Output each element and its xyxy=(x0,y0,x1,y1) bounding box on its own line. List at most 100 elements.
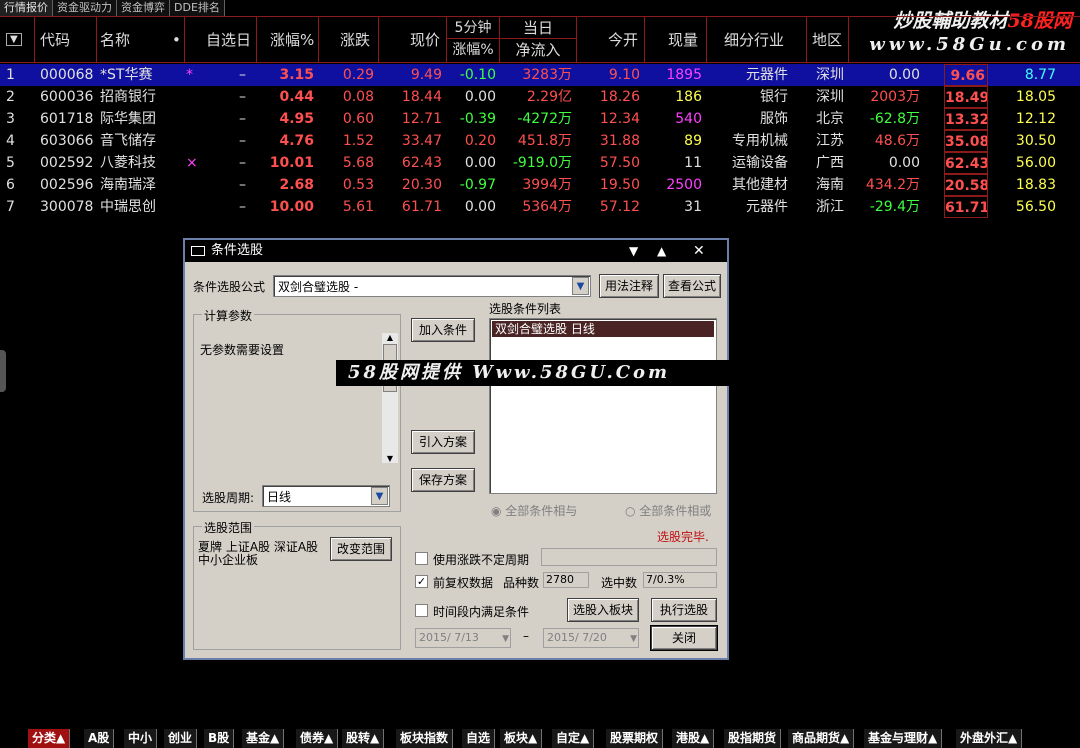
date-to-picker[interactable]: 2015/ 7/20 ▼ xyxy=(543,628,639,648)
cell-c3: 56.50 xyxy=(1015,199,1056,215)
radio-and-label: 全部条件相与 xyxy=(505,504,578,518)
range-group: 选股范围 夏牌 上证A股 深证A股 中小企业板 改变范围 xyxy=(193,519,401,650)
adjust-data-checkbox[interactable]: ✓ xyxy=(415,575,428,588)
bottom-tab[interactable]: 股指期货 xyxy=(724,729,782,748)
nonfixed-period-field[interactable] xyxy=(541,548,717,566)
header-name[interactable]: 名称 xyxy=(100,17,130,62)
cell-name: 际华集团 xyxy=(100,111,156,127)
header-5min[interactable]: 5分钟 涨幅% xyxy=(447,17,499,62)
cell-c3: 18.05 xyxy=(1015,89,1056,105)
radio-or[interactable]: ○ 全部条件相或 xyxy=(625,502,711,519)
import-scheme-button[interactable]: 引入方案 xyxy=(411,430,475,454)
cell-flow: 3994万 xyxy=(522,177,572,193)
cell-c2: 9.66 xyxy=(944,64,988,86)
run-selection-button[interactable]: 执行选股 xyxy=(651,598,717,622)
nonfixed-period-checkbox[interactable] xyxy=(415,552,428,565)
chevron-down-icon[interactable]: ▼ xyxy=(572,277,589,295)
bottom-tab[interactable]: 分类▲ xyxy=(28,729,71,748)
cell-c1: 0.00 xyxy=(888,155,920,171)
cell-code: 601718 xyxy=(40,111,94,127)
tab-dde-rank[interactable]: DDE排名 xyxy=(170,0,225,16)
cell-ind: 银行 xyxy=(760,89,788,105)
bottom-tab[interactable]: 自定▲ xyxy=(552,729,595,748)
add-condition-button[interactable]: 加入条件 xyxy=(411,318,475,342)
bottom-tab[interactable]: 板块▲ xyxy=(500,729,543,748)
cell-c1: 0.00 xyxy=(888,67,920,83)
header-pct[interactable]: 涨幅% xyxy=(270,17,314,62)
cell-flow: 2.29亿 xyxy=(526,89,572,105)
condition-list[interactable]: 双剑合璧选股 日线 xyxy=(489,318,717,494)
table-row[interactable]: 5 002592 八菱科技 × – 10.01 5.68 62.43 0.00 -919.0万 57… xyxy=(0,152,1080,174)
bottom-tab[interactable]: 基金▲ xyxy=(242,729,285,748)
table-row[interactable]: 2 600036 招商银行 – 0.44 0.08 18.44 0.00 2.29亿 18.26 1… xyxy=(0,86,1080,108)
bottom-tab[interactable]: 债券▲ xyxy=(296,729,339,748)
tab-quotes[interactable]: 行情报价 xyxy=(0,0,53,16)
cell-chg: 1.52 xyxy=(342,133,374,149)
bottom-tab[interactable]: 基金与理财▲ xyxy=(864,729,943,748)
cell-c1: -62.8万 xyxy=(869,111,920,127)
header-region[interactable]: 地区 xyxy=(812,17,842,62)
bottom-tab[interactable]: 自选 xyxy=(462,729,496,748)
header-price[interactable]: 现价 xyxy=(410,17,440,62)
change-range-button[interactable]: 改变范围 xyxy=(330,537,392,561)
header-chg[interactable]: 涨跌 xyxy=(340,17,370,62)
count-value: 2780 xyxy=(543,572,589,588)
period-select[interactable]: 日线 ▼ xyxy=(262,485,390,507)
chevron-down-icon[interactable]: ▼ xyxy=(502,630,509,648)
cell-c2: 62.43 xyxy=(944,152,988,174)
header-volume[interactable]: 现量 xyxy=(668,17,698,62)
condition-selection-dialog: 条件选股 ▼ ▲ ✕ 条件选股公式 双剑合璧选股 - ▼ 用法注释 查看公式 计… xyxy=(183,238,729,660)
header-day-flow[interactable]: 当日 净流入 xyxy=(500,17,576,62)
chevron-down-icon[interactable]: ▼ xyxy=(630,630,637,648)
column-menu-button[interactable]: ▼ xyxy=(6,17,32,62)
close-button[interactable]: 关闭 xyxy=(650,625,718,651)
dialog-titlebar[interactable]: 条件选股 ▼ ▲ ✕ xyxy=(185,240,727,262)
header-open[interactable]: 今开 xyxy=(608,17,638,62)
bottom-tab[interactable]: 板块指数 xyxy=(396,729,454,748)
table-row[interactable]: 6 002596 海南瑞泽 – 2.68 0.53 20.30 -0.97 3994万 19.50… xyxy=(0,174,1080,196)
condition-list-item[interactable]: 双剑合璧选股 日线 xyxy=(492,321,714,337)
to-board-button[interactable]: 选股入板块 xyxy=(567,598,639,622)
save-scheme-button[interactable]: 保存方案 xyxy=(411,468,475,492)
cell-flow: -4272万 xyxy=(517,111,572,127)
restore-icon[interactable]: ▲ xyxy=(657,240,666,262)
bottom-tab[interactable]: 创业 xyxy=(164,729,198,748)
bottom-tab[interactable]: 中小 xyxy=(124,729,158,748)
bottom-tab[interactable]: 股转▲ xyxy=(342,729,385,748)
tab-fund-game[interactable]: 资金博弈 xyxy=(117,0,170,16)
chevron-down-icon[interactable]: ▼ xyxy=(371,487,388,505)
cell-flow: 5364万 xyxy=(522,199,572,215)
params-scrollbar[interactable]: ▲ ▼ xyxy=(382,333,398,463)
time-range-checkbox[interactable] xyxy=(415,604,428,617)
bottom-tab[interactable]: 股票期权 xyxy=(606,729,664,748)
bottom-tab[interactable]: 外盘外汇▲ xyxy=(956,729,1023,748)
scroll-down-icon[interactable]: ▼ xyxy=(382,454,398,463)
formula-select[interactable]: 双剑合璧选股 - ▼ xyxy=(273,275,591,297)
cell-ind: 元器件 xyxy=(746,199,788,215)
table-row[interactable]: 7 300078 中瑞思创 – 10.00 5.61 61.71 0.00 5364万 57.12… xyxy=(0,196,1080,218)
tab-fund-drive[interactable]: 资金驱动力 xyxy=(53,0,117,16)
bottom-tab[interactable]: A股 xyxy=(84,729,115,748)
cell-name: *ST华赛 xyxy=(100,67,153,83)
params-text: 无参数需要设置 xyxy=(200,343,285,357)
table-row[interactable]: 1 000068 *ST华赛 * – 3.15 0.29 9.49 -0.10 3283万 9.10… xyxy=(0,64,1080,86)
bottom-tab[interactable]: B股 xyxy=(204,729,235,748)
bottom-tab[interactable]: 港股▲ xyxy=(672,729,715,748)
date-from-picker[interactable]: 2015/ 7/13 ▼ xyxy=(415,628,511,648)
scroll-up-icon[interactable]: ▲ xyxy=(382,333,398,342)
table-row[interactable]: 4 603066 音飞储存 – 4.76 1.52 33.47 0.20 451.8万 31.88… xyxy=(0,130,1080,152)
view-formula-button[interactable]: 查看公式 xyxy=(663,274,721,298)
header-code[interactable]: 代码 xyxy=(40,17,70,62)
bottom-tab[interactable]: 商品期货▲ xyxy=(788,729,855,748)
minimize-icon[interactable]: ▼ xyxy=(629,240,638,262)
dialog-title: 条件选股 xyxy=(211,243,264,258)
header-self-date[interactable]: 自选日 xyxy=(206,17,251,62)
usage-notes-button[interactable]: 用法注释 xyxy=(599,274,659,298)
side-handle[interactable] xyxy=(0,350,6,392)
radio-and[interactable]: ◉ 全部条件相与 xyxy=(491,502,577,519)
header-industry[interactable]: 细分行业 xyxy=(724,17,784,62)
table-row[interactable]: 3 601718 际华集团 – 4.95 0.60 12.71 -0.39 -4272万 12.3… xyxy=(0,108,1080,130)
cell-pct: 10.00 xyxy=(269,199,314,215)
cell-open: 12.34 xyxy=(599,111,640,127)
close-icon[interactable]: ✕ xyxy=(693,240,705,262)
